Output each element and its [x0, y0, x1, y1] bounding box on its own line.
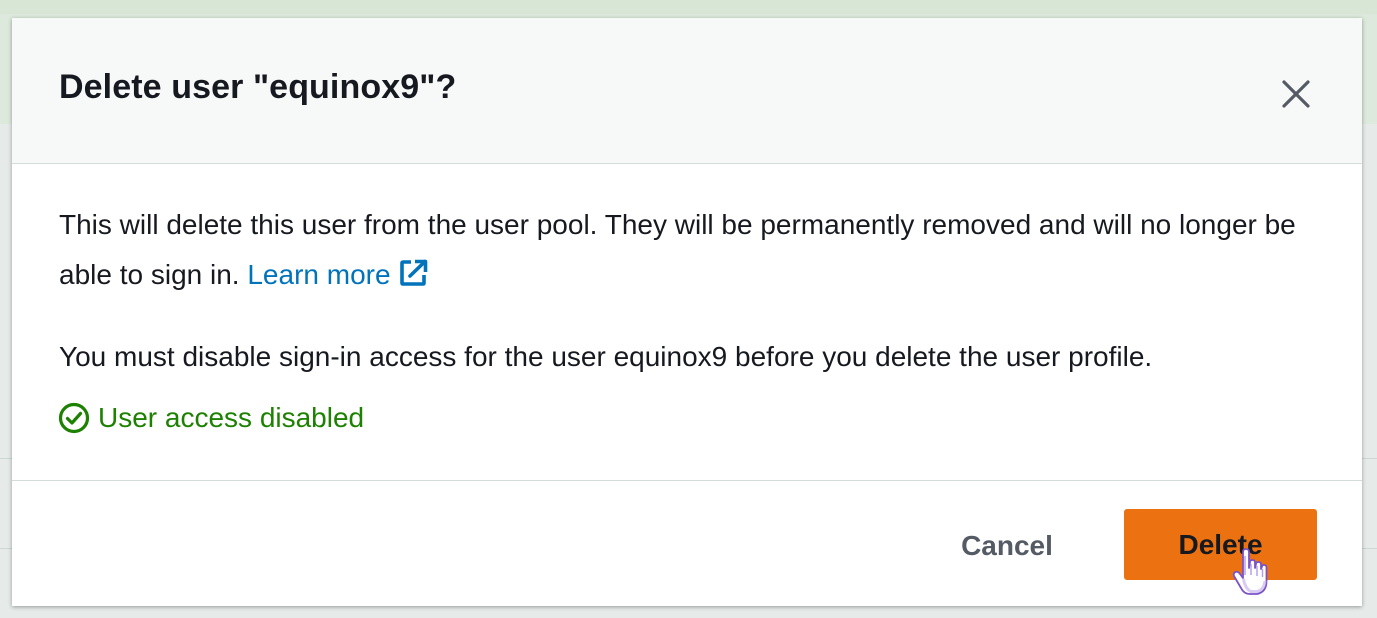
modal-body: This will delete this user from the user…	[12, 164, 1362, 480]
learn-more-label: Learn more	[247, 259, 391, 290]
delete-warning-message: This will delete this user from the user…	[59, 209, 1296, 290]
cancel-button[interactable]: Cancel	[932, 511, 1082, 581]
modal-footer: Cancel Delete	[12, 480, 1362, 606]
delete-warning-text: This will delete this user from the user…	[59, 200, 1329, 300]
disable-access-instruction: You must disable sign-in access for the …	[59, 341, 1153, 372]
background-topbar	[0, 0, 1377, 14]
external-link-icon	[399, 259, 427, 286]
access-status: User access disabled	[58, 398, 364, 438]
access-status-label: User access disabled	[98, 402, 365, 433]
close-button[interactable]	[1274, 72, 1318, 116]
modal-title: Delete user "equinox9"?	[59, 68, 457, 106]
delete-user-modal: Delete user "equinox9"? This will delete…	[12, 18, 1362, 606]
modal-header: Delete user "equinox9"?	[12, 18, 1362, 164]
close-icon	[1282, 80, 1310, 108]
delete-button[interactable]: Delete	[1124, 509, 1317, 580]
check-circle-icon	[58, 402, 90, 434]
learn-more-link[interactable]: Learn more	[247, 259, 428, 290]
